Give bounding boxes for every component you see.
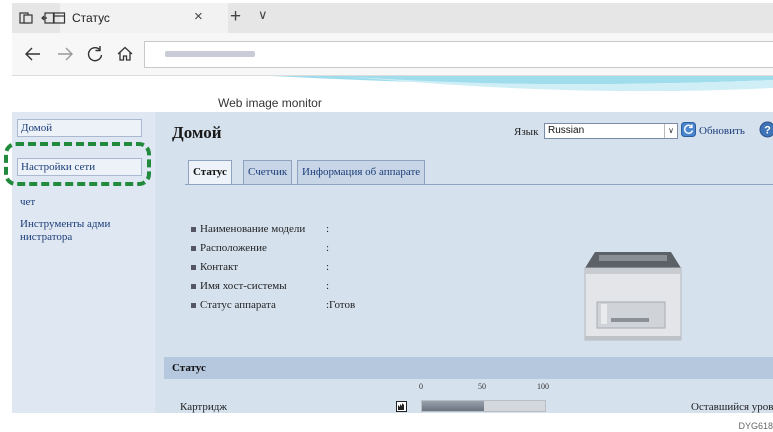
info-value-device-status: :Готов: [326, 299, 356, 311]
language-label: Язык: [514, 126, 539, 138]
header-title: Web image monitor: [218, 96, 322, 110]
tab-bar: Статус × + ∨: [12, 3, 773, 33]
tab-divider: [185, 184, 773, 185]
navigation-bar: [12, 33, 773, 76]
forward-arrow-icon[interactable]: [54, 43, 76, 65]
toner-icon: [396, 401, 407, 412]
main-content: Домой Язык Russian ∨ Обновить ? Статус С…: [155, 112, 773, 413]
svg-text:?: ?: [764, 125, 771, 137]
tab-status[interactable]: Статус: [188, 160, 232, 185]
address-bar[interactable]: [144, 41, 773, 68]
info-value-model: :: [326, 223, 330, 235]
browser-window: Статус × + ∨ Web image monitor Домой Нас…: [12, 3, 773, 413]
refresh-icon[interactable]: [84, 43, 106, 65]
app-header: Web image monitor: [12, 76, 773, 112]
language-value: Russian: [548, 125, 585, 136]
chevron-down-icon: ∨: [664, 124, 677, 138]
highlight-callout: [4, 142, 151, 186]
tab-close-icon[interactable]: ×: [194, 8, 203, 25]
language-select[interactable]: Russian ∨: [544, 123, 678, 139]
back-arrow-icon[interactable]: [22, 43, 44, 65]
cartridge-level-gauge: [421, 400, 546, 412]
sidebar-item-admin-tools-cont[interactable]: нистратора: [20, 231, 72, 244]
figure-id: DYG618: [738, 421, 773, 431]
refresh-page-icon[interactable]: [681, 122, 696, 137]
header-swoosh-graphic: [272, 76, 773, 92]
gauge-scale-50: 50: [478, 382, 486, 391]
cartridge-level-fill: [422, 401, 484, 411]
tab-title: Статус: [72, 11, 110, 25]
info-value-location: :: [326, 242, 330, 254]
printer-image: [584, 252, 682, 341]
info-value-contact: :: [326, 261, 330, 273]
tab-preview-icon[interactable]: [18, 10, 34, 26]
gauge-scale-100: 100: [537, 382, 549, 391]
tab-counter[interactable]: Счетчик: [243, 160, 293, 184]
remaining-level-label: Оставшийся уровен: [691, 401, 773, 413]
tab-device-info[interactable]: Информация об аппарате: [297, 160, 426, 184]
gauge-scale-0: 0: [419, 382, 423, 391]
sidebar-item-admin-tools[interactable]: Инструменты адми: [20, 218, 110, 231]
page-icon: [52, 12, 66, 24]
info-label-contact: Контакт: [191, 261, 238, 273]
status-section-title: Статус: [172, 362, 206, 374]
refresh-button[interactable]: Обновить: [699, 125, 745, 137]
info-label-device-status: Статус аппарата: [191, 299, 276, 311]
page-title: Домой: [172, 123, 222, 142]
sidebar-item-partial[interactable]: чет: [20, 196, 35, 209]
info-value-hostname: :: [326, 280, 330, 292]
help-icon[interactable]: ?: [759, 121, 773, 138]
home-icon[interactable]: [114, 43, 136, 65]
info-label-model: Наименование модели: [191, 223, 305, 235]
status-section-header: Статус: [164, 357, 773, 379]
tab-list-chevron-icon[interactable]: ∨: [258, 7, 268, 23]
address-url-redacted: [165, 51, 255, 57]
info-label-location: Расположение: [191, 242, 267, 254]
cartridge-label: Картридж: [180, 401, 227, 413]
new-tab-icon[interactable]: +: [230, 6, 241, 28]
sidebar-item-home[interactable]: Домой: [17, 119, 142, 137]
tab-status[interactable]: Статус ×: [52, 3, 228, 33]
info-label-hostname: Имя хост-системы: [191, 280, 287, 292]
